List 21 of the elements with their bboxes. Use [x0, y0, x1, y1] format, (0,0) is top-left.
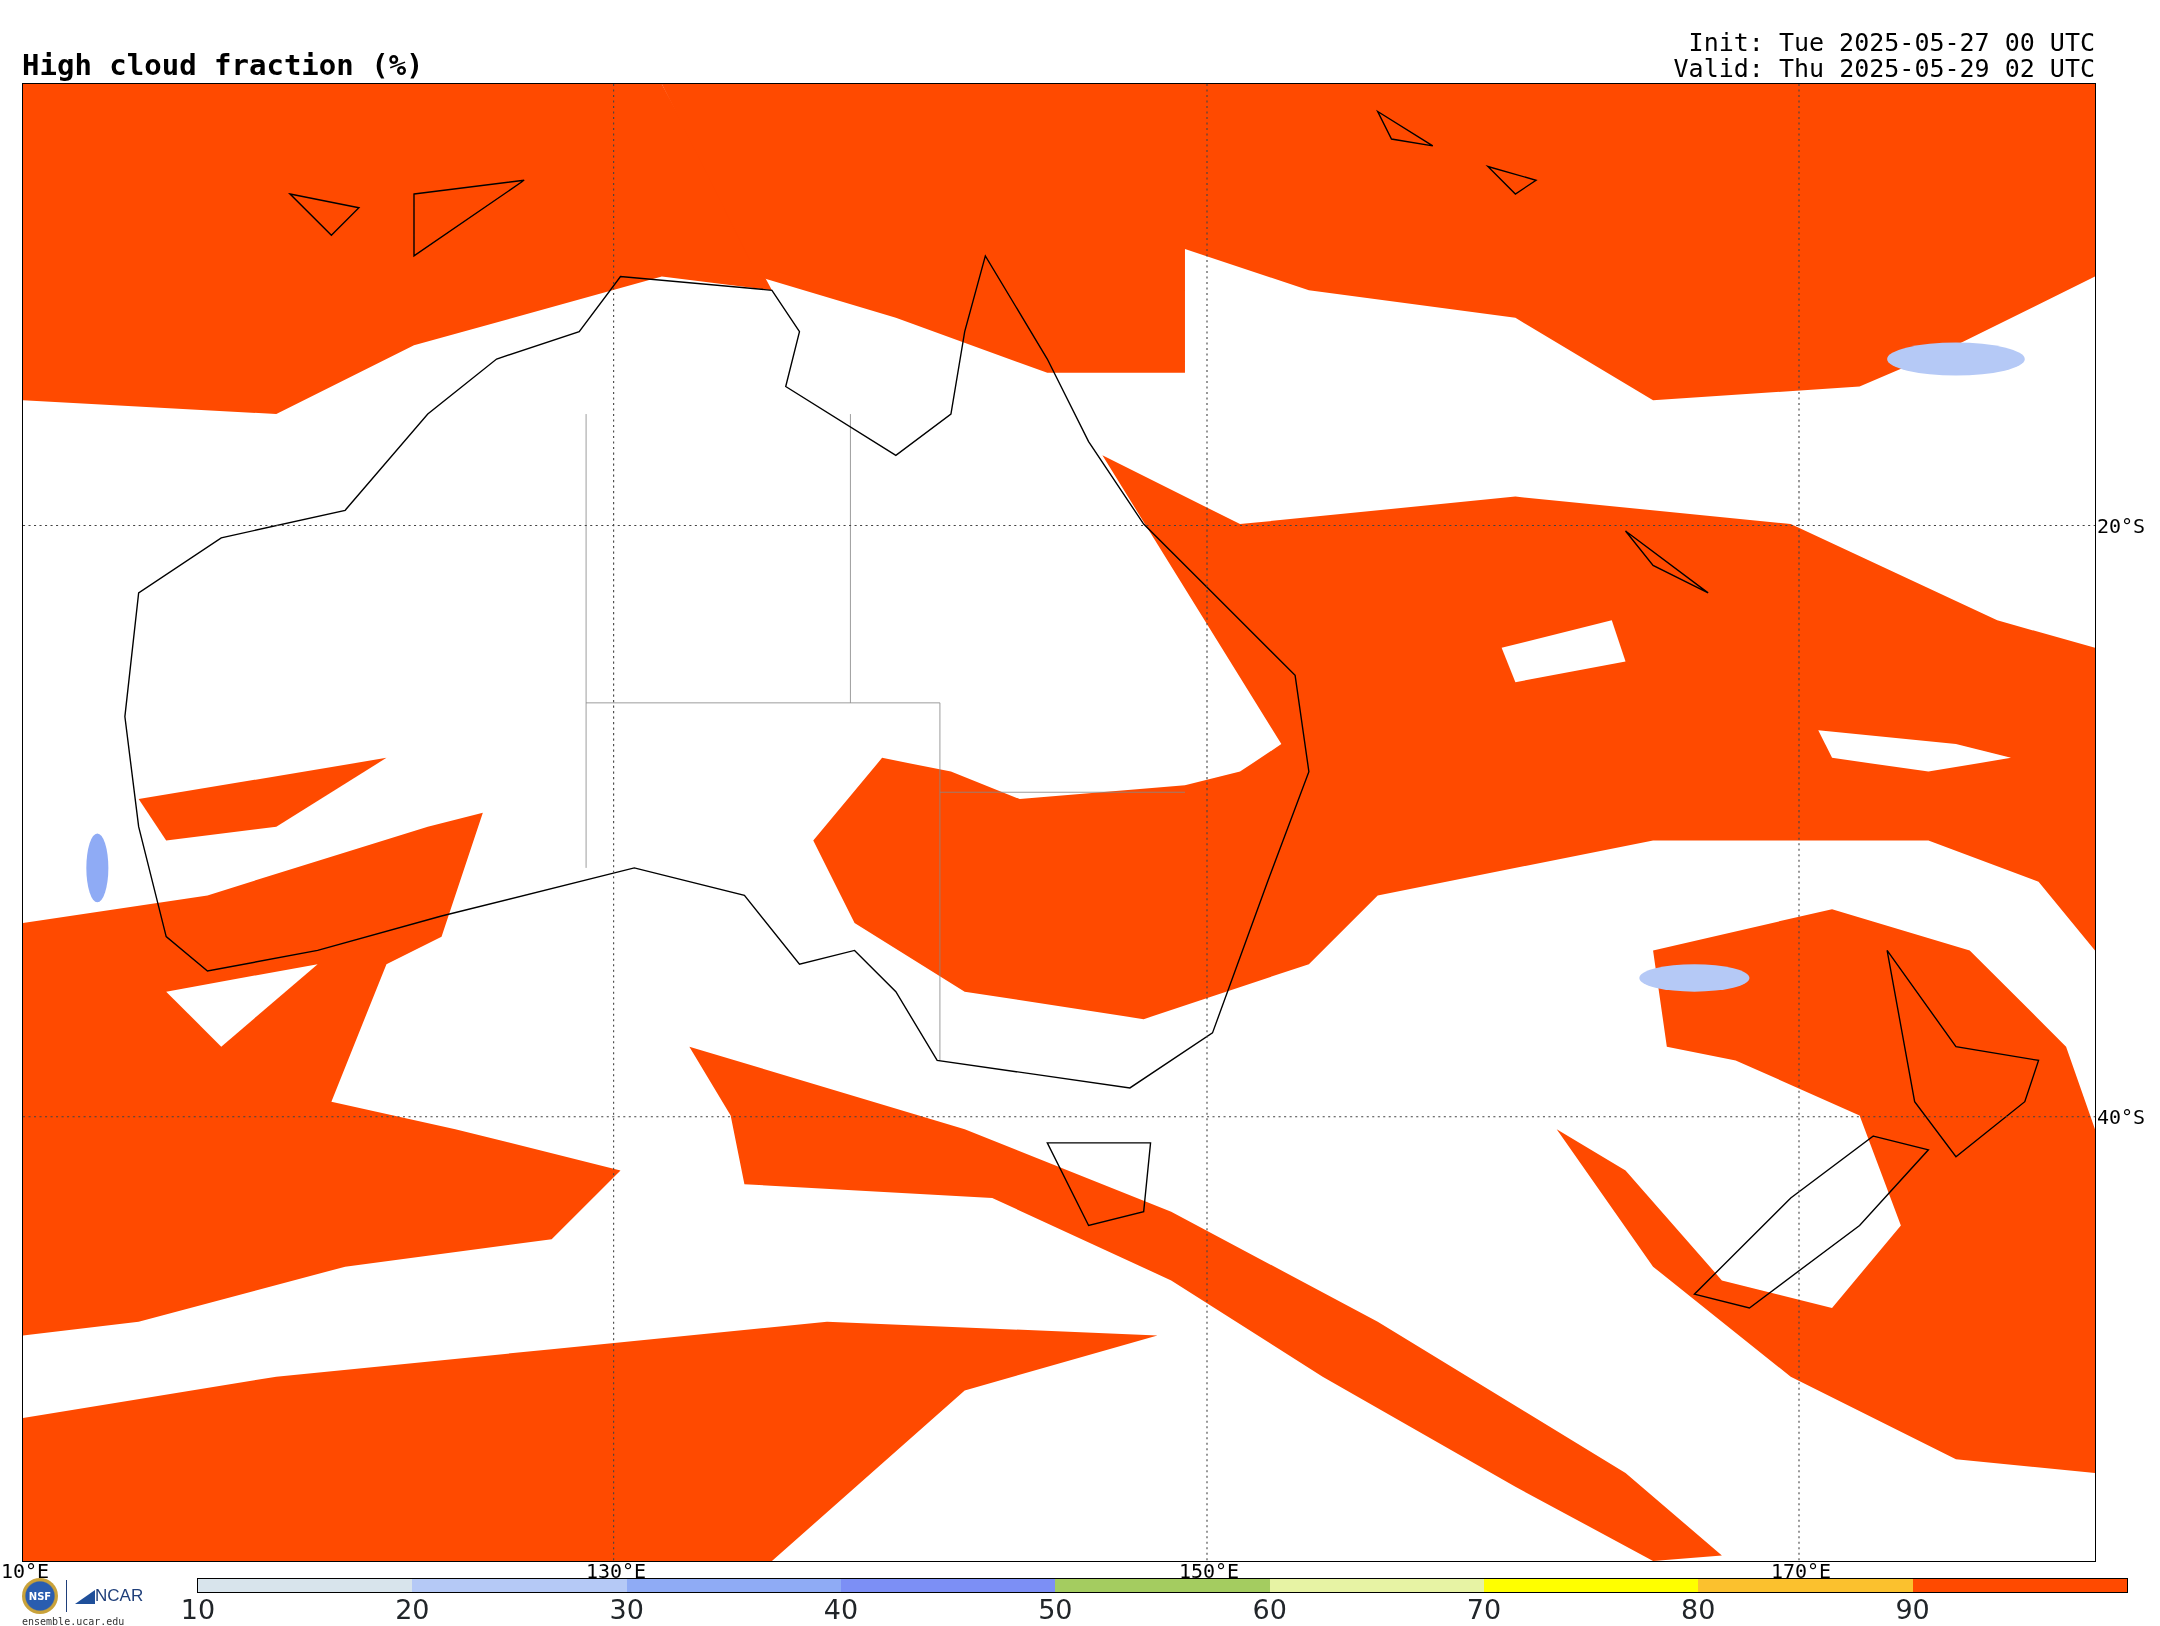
tick-label: 60	[1252, 1596, 1287, 1623]
init-time: Init: Tue 2025-05-27 00 UTC	[1687, 31, 2095, 55]
latitude-label: 40°S	[2096, 1107, 2146, 1127]
tick-label: 70	[1466, 1596, 1502, 1623]
tick-label: 30	[609, 1596, 644, 1623]
ncar-logo: NCAR	[75, 1583, 144, 1609]
tick-label: 10	[180, 1596, 216, 1623]
site-url: ensemble.ucar.edu	[22, 1615, 126, 1626]
tick-label: 90	[1895, 1596, 1930, 1623]
latitude-label: 20°S	[2096, 516, 2146, 536]
tick-label: 50	[1038, 1596, 1073, 1623]
tick-label: 40	[823, 1596, 859, 1623]
valid-time: Valid: Thu 2025-05-29 02 UTC	[1673, 57, 2095, 81]
chart-title: High cloud fraction (%)	[22, 51, 424, 80]
nsf-logo: NSF	[22, 1578, 58, 1614]
tick-label: 20	[395, 1596, 430, 1623]
longitude-label: 10°E	[1, 1561, 50, 1581]
tick-label: 80	[1681, 1596, 1716, 1623]
longitude-label: 170°E	[1770, 1561, 1832, 1581]
longitude-label: 130°E	[585, 1561, 647, 1581]
longitude-label: 150°E	[1178, 1561, 1240, 1581]
